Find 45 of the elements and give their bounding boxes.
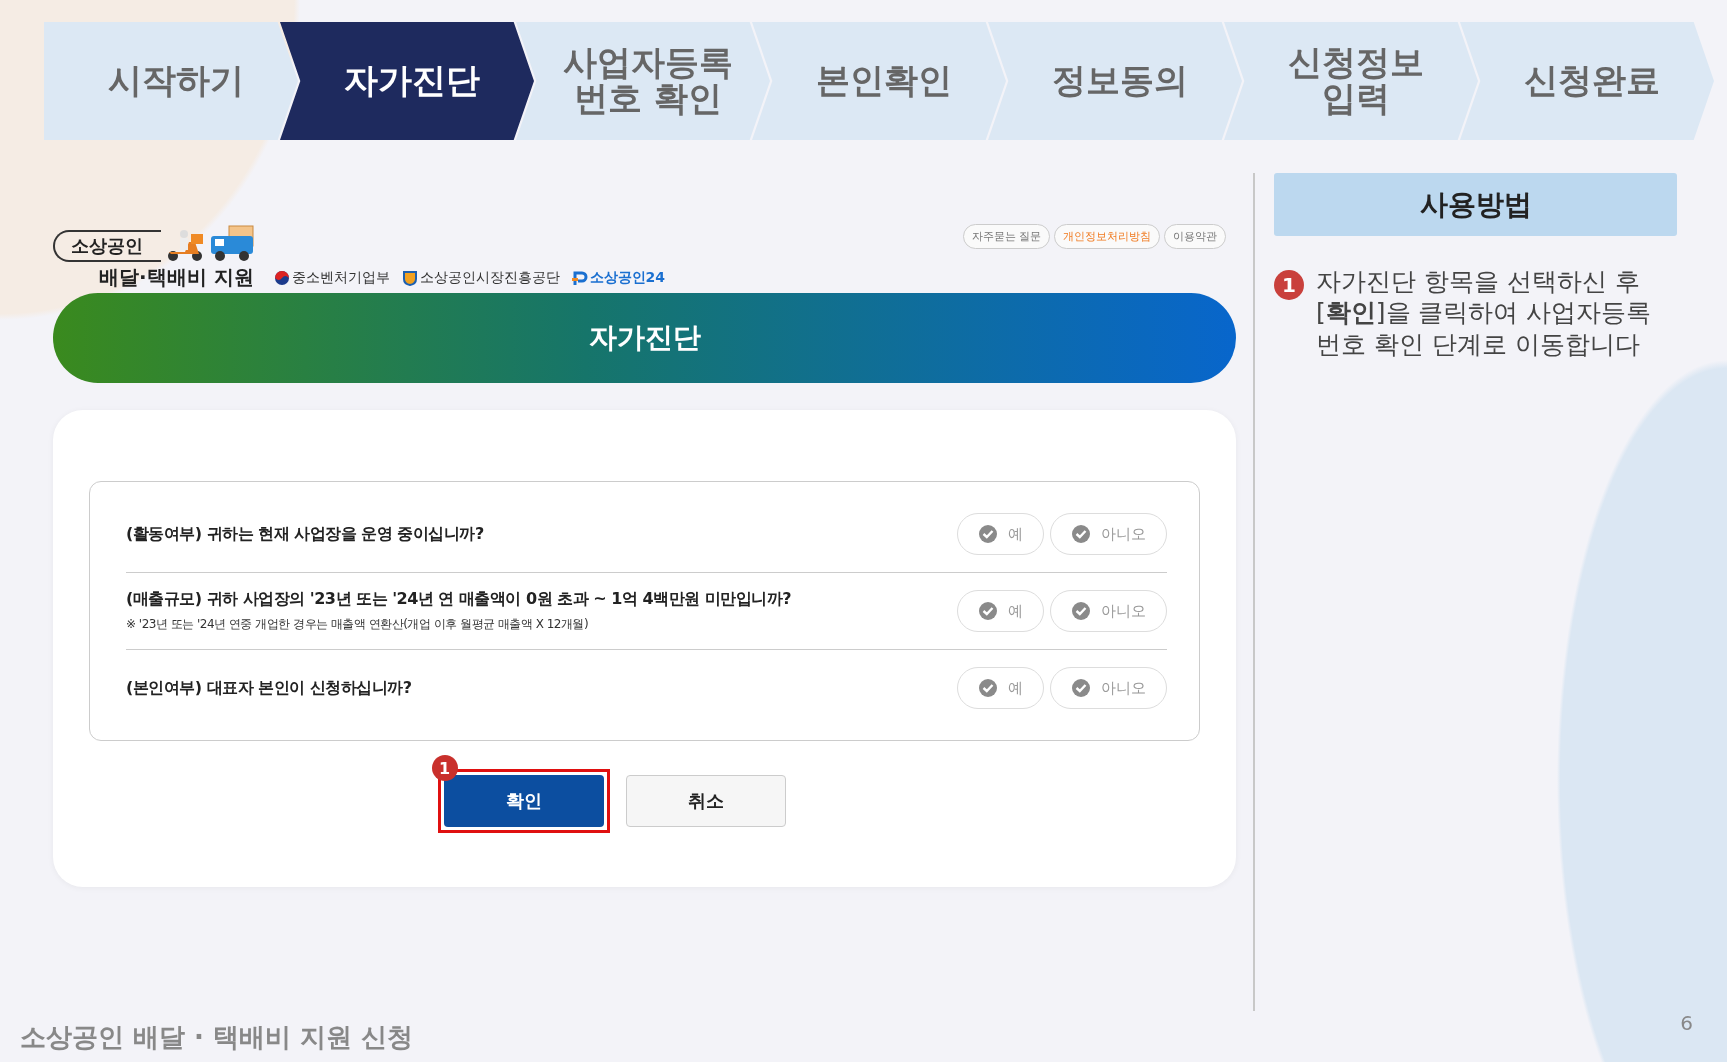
partner-name: 중소벤처기업부 xyxy=(291,268,390,287)
question-text: (활동여부) 귀하는 현재 사업장을 운영 중이십니까? xyxy=(126,523,484,545)
title-banner: 자가진단 xyxy=(53,293,1236,383)
answer-option[interactable]: 아니오 xyxy=(1050,513,1167,555)
check-icon xyxy=(1071,678,1091,698)
help-text: 자가진단 항목을 선택하신 후 [확인]을 클릭하여 사업자등록 번호 확인 단계로 이동합니다 xyxy=(1316,266,1653,360)
partner-name: 소상공인시장진흥공단 xyxy=(419,268,560,287)
shield-icon xyxy=(401,269,418,286)
question-text: (본인여부) 대표자 본인이 신청하십니까? xyxy=(126,677,412,699)
step-tab[interactable]: 신청완료 xyxy=(1460,22,1714,140)
number-badge: 1 xyxy=(1274,270,1304,300)
footer-title: 소상공인 배달 · 택배비 지원 신청 xyxy=(20,1021,414,1054)
check-icon xyxy=(978,524,998,544)
help-title: 사용방법 xyxy=(1274,173,1677,236)
question-text: (매출규모) 귀하 사업장의 '23년 또는 '24년 연 매출액이 0원 초과 ~ 1억 4백만원 미만입니까? xyxy=(126,589,791,610)
answer-option[interactable]: 예 xyxy=(957,667,1044,709)
check-icon xyxy=(978,601,998,621)
cancel-button[interactable]: 취소 xyxy=(625,775,786,827)
answer-option[interactable]: 아니오 xyxy=(1050,667,1167,709)
step-tab[interactable]: 정보동의 xyxy=(988,22,1242,140)
question-note: ※ '23년 또는 '24년 연중 개업한 경우는 매출액 연환산(개업 이후 월평균 매출액 X 12개월) xyxy=(126,616,590,633)
check-icon xyxy=(978,678,998,698)
p-logo-icon xyxy=(571,269,588,286)
emblem-icon xyxy=(273,269,290,286)
check-icon xyxy=(1071,601,1091,621)
answer-option[interactable]: 예 xyxy=(957,590,1044,632)
header-link[interactable]: 이용약관 xyxy=(1164,224,1226,249)
confirm-button[interactable]: 확인 xyxy=(443,775,604,827)
partner-name: 소상공인24 xyxy=(589,268,666,287)
step-tab[interactable]: 자가진단 xyxy=(280,22,534,140)
answer-option[interactable]: 예 xyxy=(957,513,1044,555)
step-tab[interactable]: 시작하기 xyxy=(44,22,298,140)
header-link[interactable]: 자주묻는 질문 xyxy=(962,224,1050,249)
check-icon xyxy=(1071,524,1091,544)
step-tab[interactable]: 신청정보 입력 xyxy=(1224,22,1478,140)
step-tab[interactable]: 사업자등록 번호 확인 xyxy=(516,22,770,140)
header-link[interactable]: 개인정보처리방침 xyxy=(1054,224,1160,249)
step-tab[interactable]: 본인확인 xyxy=(752,22,1006,140)
step-badge: 1 xyxy=(431,755,458,781)
truck-icon xyxy=(209,224,255,262)
page-number: 6 xyxy=(1680,1011,1693,1035)
answer-option[interactable]: 아니오 xyxy=(1050,590,1167,632)
logo-subtitle: 배달·택배비 지원 xyxy=(99,264,254,291)
scooter-icon xyxy=(165,228,205,262)
logo-title: 소상공인 xyxy=(53,230,161,262)
